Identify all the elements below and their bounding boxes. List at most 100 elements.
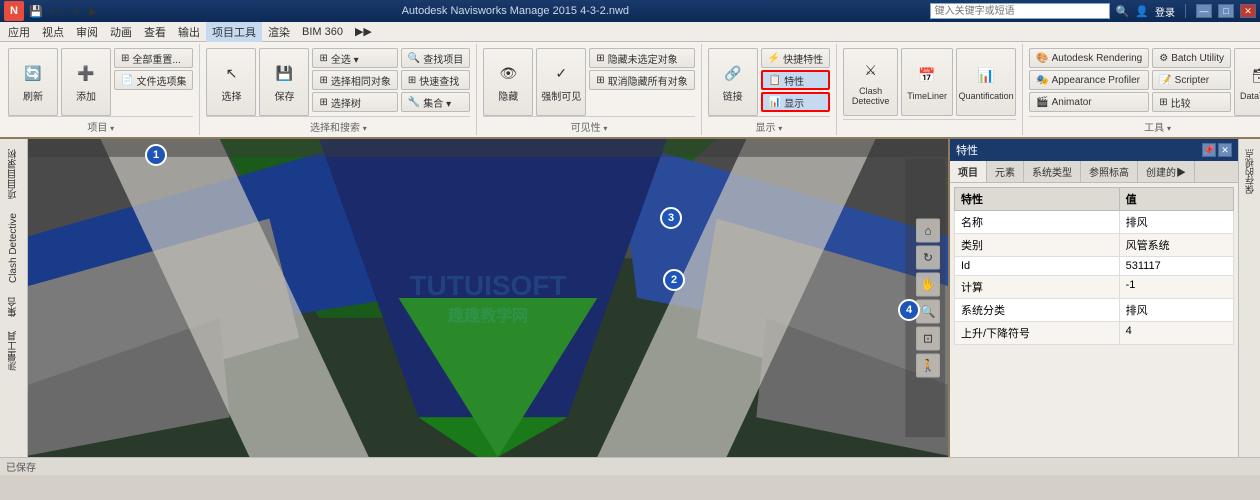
menu-item-output[interactable]: 输出 xyxy=(172,22,206,42)
property-name: Id xyxy=(955,257,1120,276)
property-name: 系统分类 xyxy=(955,299,1120,322)
group-label-display: 显示 ▾ xyxy=(708,116,830,136)
same-select-icon: ⊞ xyxy=(319,75,327,86)
table-row: 类别风管系统 xyxy=(955,234,1234,257)
autodesk-rendering-icon: 🎨 xyxy=(1036,53,1048,64)
appearance-profiler-btn[interactable]: 🎭 Appearance Profiler xyxy=(1029,70,1149,90)
ribbon-group-visibility: 👁 隐藏 ✓ 强制可见 ⊞ 隐藏未选定对象 ⊞ 取消隐藏所有对象 xyxy=(479,44,701,135)
panel-tab-created[interactable]: 创建的▶ xyxy=(1138,161,1195,182)
sidebar-item-measure[interactable]: 测量工具 xyxy=(4,325,23,377)
datatools-btn[interactable]: 🗃 DataTools xyxy=(1234,48,1260,116)
find-proj-icon: 🔍 xyxy=(408,53,420,64)
search-icon[interactable]: 🔍 xyxy=(1116,5,1130,18)
menu-item-viewpoint[interactable]: 视点 xyxy=(36,22,70,42)
select-tree-btn[interactable]: ⊞ 选择树 xyxy=(312,92,397,112)
main-area: 项目目录树 Clash Detective 集合 测量工具 xyxy=(0,139,1260,457)
autodesk-rendering-btn[interactable]: 🎨 Autodesk Rendering xyxy=(1029,48,1149,68)
hide-unselect-btn[interactable]: ⊞ 隐藏未选定对象 xyxy=(589,48,694,68)
clash-detective-label: Clash Detective xyxy=(844,86,897,106)
menu-item-project-tools[interactable]: 项目工具 xyxy=(206,22,262,42)
compare-icon: ⊞ xyxy=(1159,97,1167,108)
ribbon-col-project-large: 🔄 刷新 xyxy=(8,48,58,116)
compare-btn[interactable]: ⊞ 比较 xyxy=(1152,92,1231,112)
refresh-label: 刷新 xyxy=(23,88,43,103)
combine-btn[interactable]: 🔧 集合 ▾ xyxy=(401,92,470,112)
add-label: 添加 xyxy=(76,88,96,103)
clash-detective-btn[interactable]: ⚔ Clash Detective xyxy=(843,48,898,116)
animator-btn[interactable]: 🎬 Animator xyxy=(1029,92,1149,112)
refresh-large-btn[interactable]: 🔄 刷新 xyxy=(8,48,58,116)
vp-zoomext-btn[interactable]: ⊡ xyxy=(916,327,940,351)
quantification-btn[interactable]: 📊 Quantification xyxy=(956,48,1016,116)
save-btn[interactable]: 💾 xyxy=(28,3,44,19)
panel-tab-element[interactable]: 元素 xyxy=(987,161,1024,182)
select-large-btn[interactable]: ↖ 选择 xyxy=(206,48,256,116)
quick-props-label: 快捷特性 xyxy=(783,51,823,66)
hide-large-btn[interactable]: 👁 隐藏 xyxy=(483,48,533,116)
full-reset-icon: ⊞ xyxy=(121,53,129,64)
props-btn[interactable]: 📋 特性 xyxy=(761,70,830,90)
menu-item-apply[interactable]: 应用 xyxy=(2,22,36,42)
display-btn[interactable]: 📊 显示 xyxy=(761,92,830,112)
ribbon-group-clash-content: ⚔ Clash Detective 📅 TimeLiner 📊 Quantifi… xyxy=(843,44,1016,119)
property-name: 计算 xyxy=(955,276,1120,299)
ribbon-col-tools-left: 🎨 Autodesk Rendering 🎭 Appearance Profil… xyxy=(1029,48,1149,112)
viewport[interactable]: TUTUISOFT 趣趣教学网 ⌂ ↻ ✋ 🔍 ⊡ 🚶 1 2 3 4 xyxy=(28,139,948,457)
refresh-btn[interactable]: ▶ xyxy=(85,3,101,19)
menu-item-more[interactable]: ▶▶ xyxy=(349,23,378,40)
maximize-btn[interactable]: □ xyxy=(1218,4,1234,18)
sidebar-item-saved-viewpoints[interactable]: 保存的视点 xyxy=(1241,143,1258,200)
compare-label: 比较 xyxy=(1171,95,1191,110)
sidebar-item-collection[interactable]: 集合 xyxy=(4,291,23,323)
animator-icon: 🎬 xyxy=(1036,97,1048,108)
timeliner-btn[interactable]: 📅 TimeLiner xyxy=(901,48,953,116)
property-value: -1 xyxy=(1119,276,1233,299)
vp-walk-btn[interactable]: 🚶 xyxy=(916,354,940,378)
menu-item-view[interactable]: 查看 xyxy=(138,22,172,42)
add-large-btn[interactable]: ➕ 添加 xyxy=(61,48,111,116)
panel-tab-ref-level[interactable]: 参照标高 xyxy=(1081,161,1138,182)
panel-close-btn[interactable]: ✕ xyxy=(1218,143,1232,157)
scripter-btn[interactable]: 📝 Scripter xyxy=(1152,70,1231,90)
cancel-hide-btn[interactable]: ⊞ 取消隐藏所有对象 xyxy=(589,70,694,90)
vp-pan-btn[interactable]: ✋ xyxy=(916,273,940,297)
batch-utility-btn[interactable]: ⚙ Batch Utility xyxy=(1152,48,1231,68)
refresh-icon: 🔄 xyxy=(21,61,45,85)
panel-pin-btn[interactable]: 📌 xyxy=(1202,143,1216,157)
combine-icon: 🔧 xyxy=(408,97,420,108)
quick-find-btn[interactable]: ⊞ 快速查找 xyxy=(401,70,470,90)
sidebar-item-project-tree[interactable]: 项目目录树 xyxy=(4,143,23,205)
save-large-btn[interactable]: 💾 保存 xyxy=(259,48,309,116)
vp-home-btn[interactable]: ⌂ xyxy=(916,219,940,243)
menu-item-animation[interactable]: 动画 xyxy=(104,22,138,42)
link-btn[interactable]: 🔗 链接 xyxy=(708,48,758,116)
same-select-btn[interactable]: ⊞ 选择相同对象 xyxy=(312,70,397,90)
minimize-btn[interactable]: — xyxy=(1196,4,1212,18)
undo-btn[interactable]: ↩ xyxy=(47,3,63,19)
vp-orbit-btn[interactable]: ↻ xyxy=(916,246,940,270)
sidebar-item-clash[interactable]: Clash Detective xyxy=(6,207,21,289)
hide-icon: 👁 xyxy=(496,61,520,85)
menu-item-render[interactable]: 渲染 xyxy=(262,22,296,42)
viewport-svg xyxy=(28,139,948,457)
title-search-input[interactable] xyxy=(930,3,1110,19)
file-select-btn[interactable]: 📄 文件选项集 xyxy=(114,70,193,90)
login-btn[interactable]: 登录 xyxy=(1155,4,1175,19)
redo-btn[interactable]: ↪ xyxy=(66,3,82,19)
menu-item-bim360[interactable]: BIM 360 xyxy=(296,24,349,40)
animator-label: Animator xyxy=(1052,97,1092,108)
ribbon-col-link: 🔗 链接 xyxy=(708,48,758,116)
force-visible-btn[interactable]: ✓ 强制可见 xyxy=(536,48,586,116)
panel-tab-project[interactable]: 项目 xyxy=(950,161,987,182)
all-select-btn[interactable]: ⊞ 全选 ▾ xyxy=(312,48,397,68)
status-text: 已保存 xyxy=(6,459,36,474)
close-btn[interactable]: ✕ xyxy=(1240,4,1256,18)
window-title: Autodesk Navisworks Manage 2015 4-3-2.nw… xyxy=(101,5,930,17)
menu-item-review[interactable]: 审阅 xyxy=(70,22,104,42)
find-proj-btn[interactable]: 🔍 查找项目 xyxy=(401,48,470,68)
panel-tab-system-type[interactable]: 系统类型 xyxy=(1024,161,1081,182)
panel-title-bar: 特性 📌 ✕ xyxy=(950,139,1238,161)
property-name: 上升/下降符号 xyxy=(955,322,1120,345)
full-reset-btn[interactable]: ⊞ 全部重置... xyxy=(114,48,193,68)
quick-props-btn[interactable]: ⚡ 快捷特性 xyxy=(761,48,830,68)
